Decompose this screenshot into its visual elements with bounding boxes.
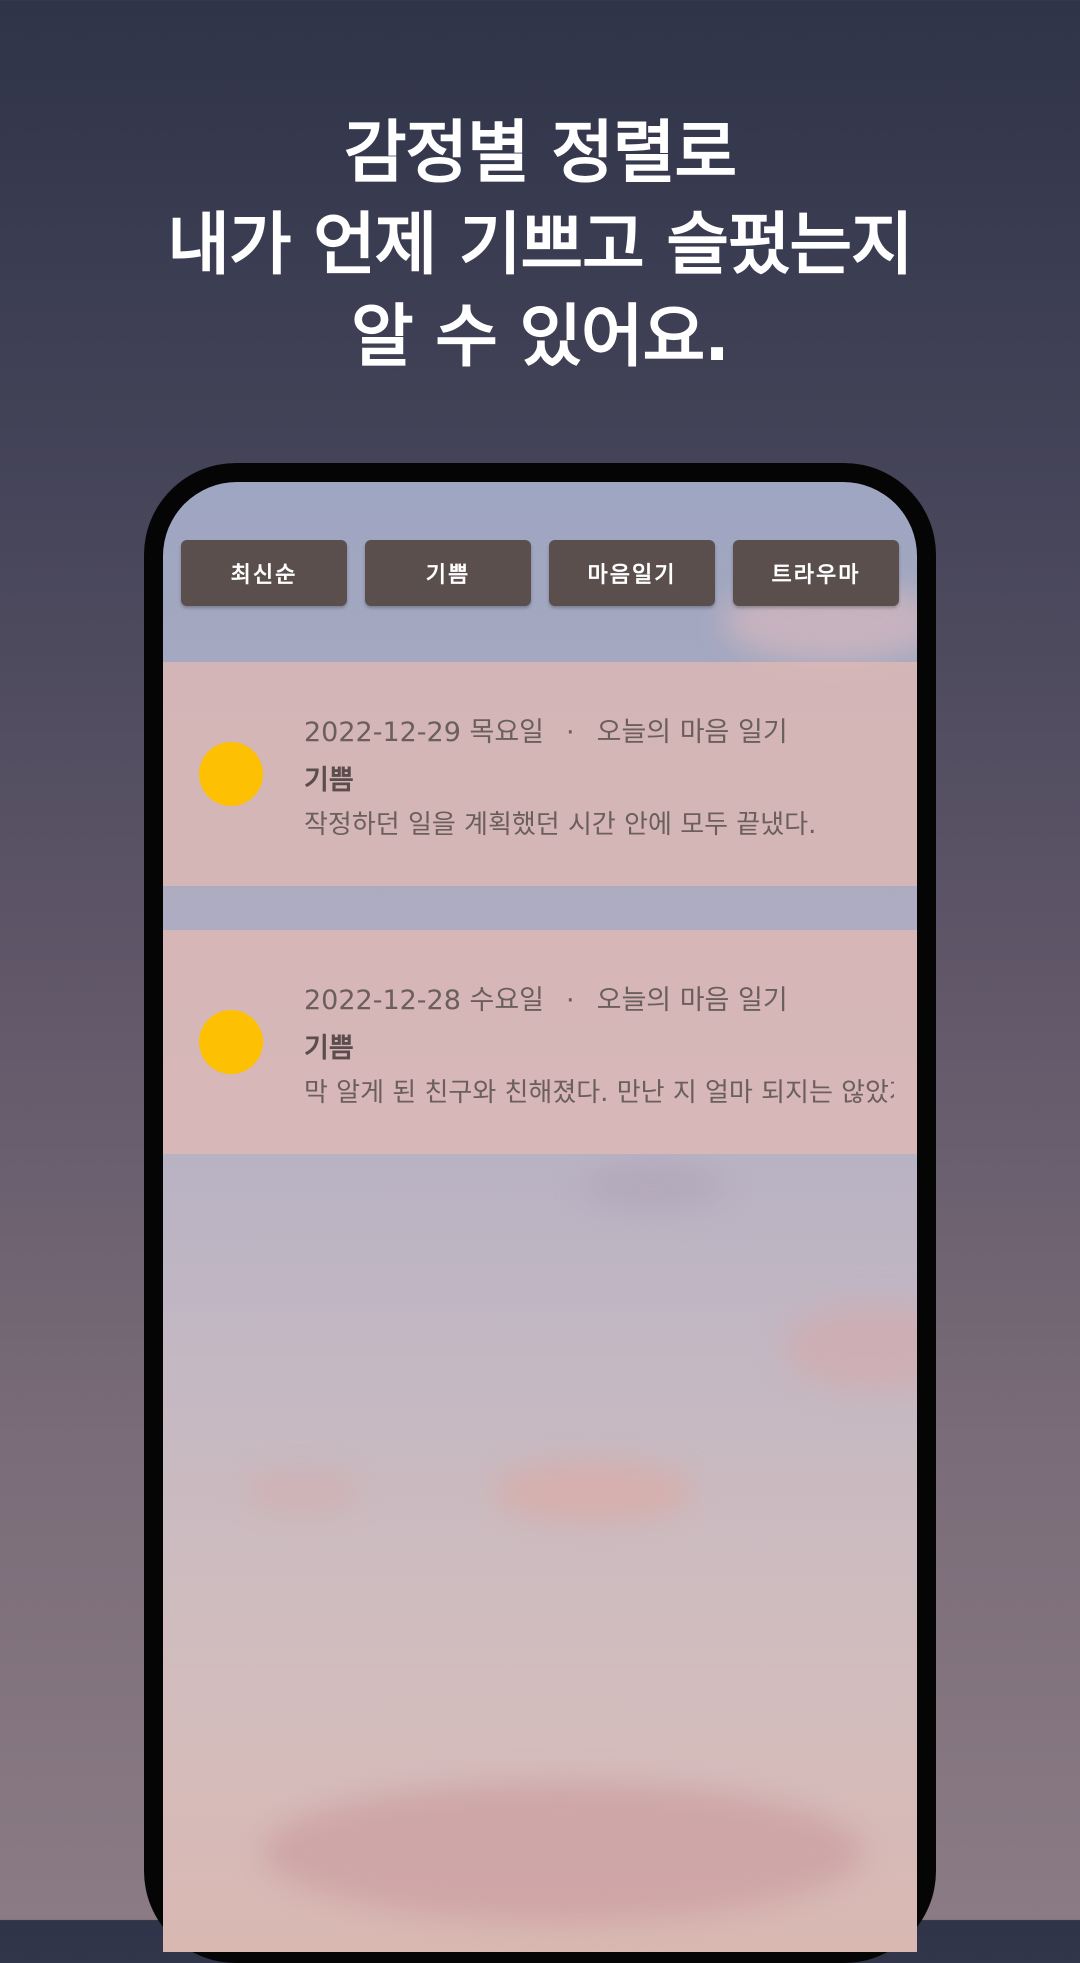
meta-separator: · (566, 985, 575, 1016)
entry-date: 2022-12-29 목요일 (304, 717, 545, 748)
entry-category: 오늘의 마음 일기 (596, 717, 788, 748)
entry-text: 작정하던 일을 계획했던 시간 안에 모두 끝냈다. (304, 810, 817, 840)
cloud-decoration (263, 1782, 863, 1922)
filter-joy-button[interactable]: 기쁨 (365, 540, 531, 606)
diary-entry[interactable]: 2022-12-29 목요일 · 오늘의 마음 일기 기쁨 작정하던 일을 계획했던… (163, 662, 917, 886)
entry-emotion: 기쁨 (304, 765, 354, 796)
entry-date: 2022-12-28 수요일 (304, 985, 545, 1016)
cloud-decoration (583, 1162, 723, 1212)
emotion-dot-icon (199, 742, 263, 806)
filter-latest-button[interactable]: 최신순 (181, 540, 347, 606)
entry-emotion: 기쁨 (304, 1033, 354, 1064)
filter-trauma-button[interactable]: 트라우마 (733, 540, 899, 606)
meta-separator: · (566, 717, 575, 748)
promo-headline: 감정별 정렬로 내가 언제 기쁘고 슬펐는지 알 수 있어요. (0, 108, 1080, 384)
filter-bar: 최신순 기쁨 마음일기 트라우마 (181, 540, 899, 606)
entry-text: 막 알게 된 친구와 친해졌다. 만난 지 얼마 되지는 않았지만 (304, 1078, 894, 1108)
cloud-decoration (243, 1472, 363, 1512)
app-screen: 최신순 기쁨 마음일기 트라우마 2022-12-29 목요일 · 오늘의 마음 일… (163, 482, 917, 1952)
headline-line-3: 알 수 있어요. (351, 298, 730, 377)
cloud-decoration (783, 1302, 917, 1392)
diary-entry[interactable]: 2022-12-28 수요일 · 오늘의 마음 일기 기쁨 막 알게 된 친구와 친… (163, 930, 917, 1154)
entry-category: 오늘의 마음 일기 (596, 985, 788, 1016)
cloud-decoration (493, 1462, 693, 1522)
emotion-dot-icon (199, 1010, 263, 1074)
headline-line-2: 내가 언제 기쁘고 슬펐는지 (167, 206, 913, 285)
filter-diary-button[interactable]: 마음일기 (549, 540, 715, 606)
entry-meta: 2022-12-29 목요일 · 오늘의 마음 일기 (304, 710, 788, 749)
headline-line-1: 감정별 정렬로 (343, 114, 737, 193)
entry-meta: 2022-12-28 수요일 · 오늘의 마음 일기 (304, 978, 788, 1017)
